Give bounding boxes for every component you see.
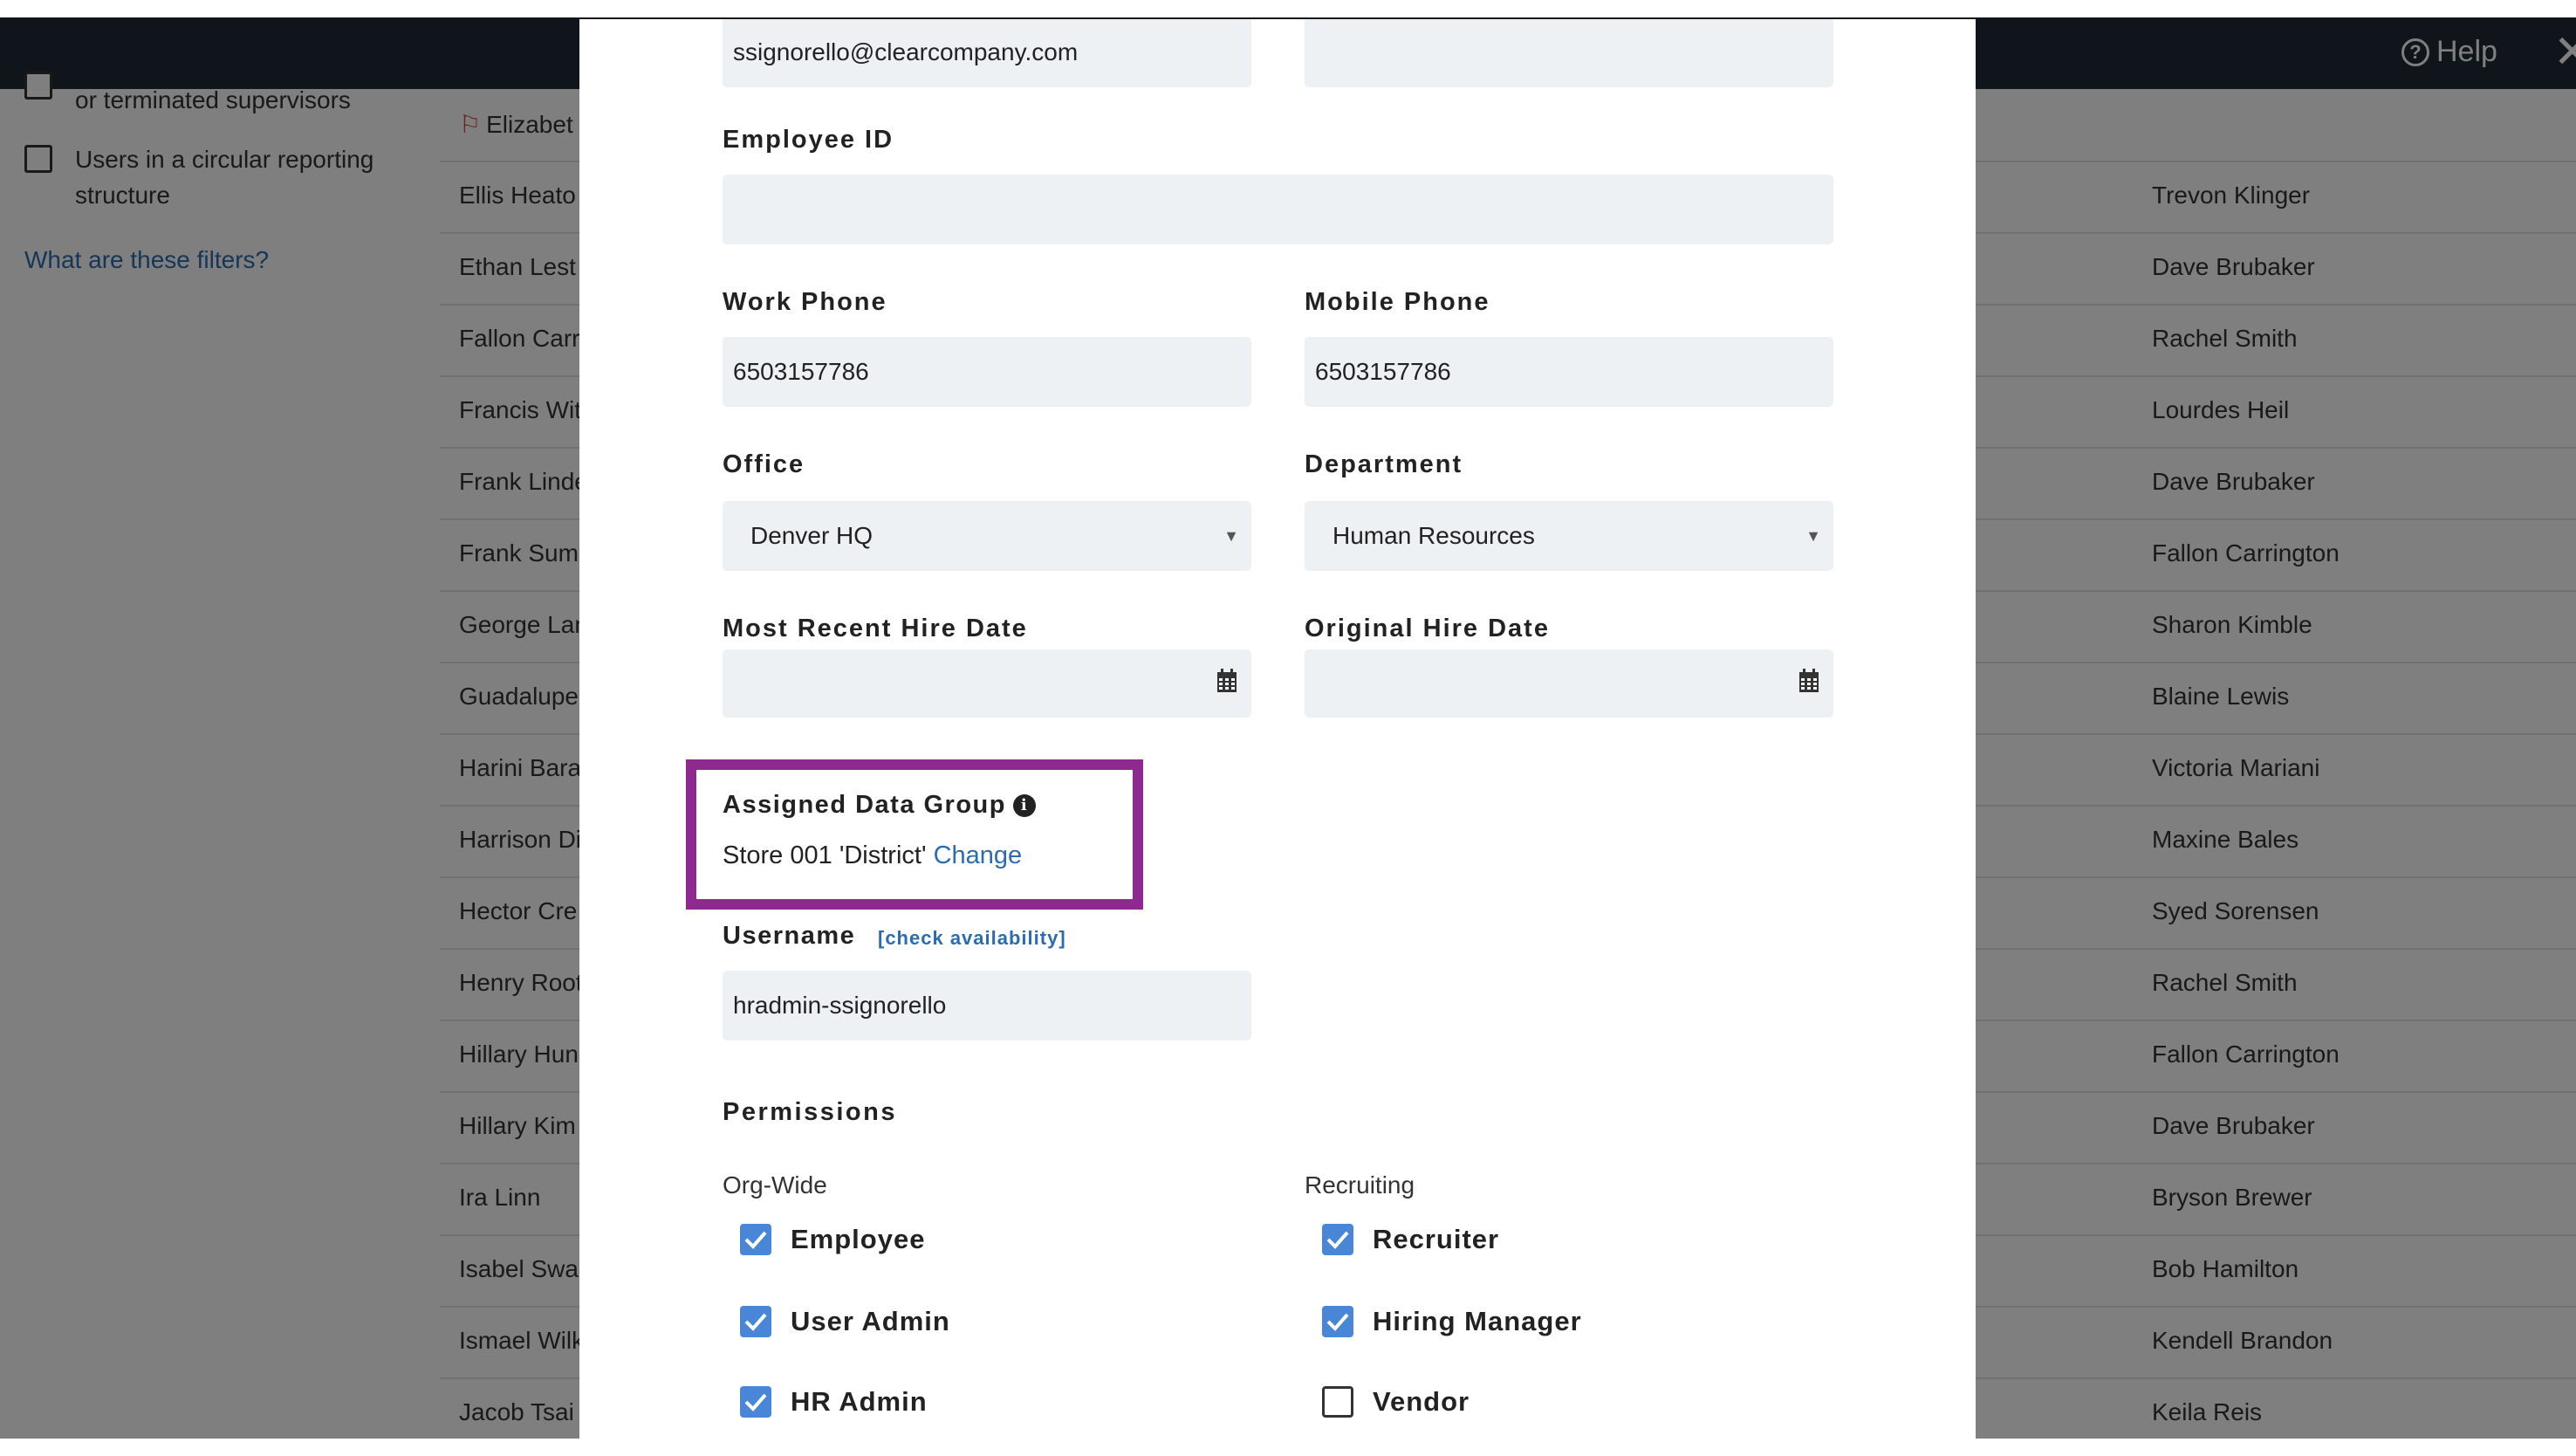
checkbox-checked-icon[interactable] [1322, 1224, 1353, 1255]
username-field[interactable]: hradmin-ssignorello [723, 971, 1251, 1040]
secondary-email-field[interactable] [1305, 19, 1833, 87]
recent-hire-date-field[interactable] [723, 649, 1251, 718]
permission-recruiting-0[interactable]: Recruiter [1322, 1224, 1499, 1255]
data-group-highlight [686, 759, 1143, 910]
recent-hire-date-label: Most Recent Hire Date [723, 615, 1028, 642]
chevron-down-icon: ▼ [1223, 527, 1239, 545]
original-hire-date-field[interactable] [1305, 649, 1833, 718]
department-select[interactable]: Human Resources ▼ [1305, 501, 1833, 571]
checkbox-checked-icon[interactable] [740, 1386, 771, 1418]
org-wide-heading: Org-Wide [723, 1171, 827, 1198]
check-availability-link[interactable]: [check availability] [878, 927, 1066, 950]
permission-label: Recruiter [1373, 1224, 1500, 1254]
bottom-edge [0, 1439, 2576, 1456]
employee-id-field[interactable] [723, 175, 1833, 244]
edit-user-modal: ssignorello@clearcompany.com Employee ID… [579, 19, 1976, 1456]
permission-recruiting-1[interactable]: Hiring Manager [1322, 1306, 1582, 1337]
permission-recruiting-2[interactable]: Vendor [1322, 1386, 1470, 1418]
original-hire-date-label: Original Hire Date [1305, 615, 1550, 642]
checkbox-checked-icon[interactable] [740, 1224, 771, 1255]
office-select-value: Denver HQ [750, 522, 874, 549]
data-group-name: Store 001 'District' [723, 841, 927, 869]
permission-label: HR Admin [791, 1386, 928, 1417]
permission-label: User Admin [791, 1306, 950, 1336]
assigned-data-group-value: Store 001 'District' Change [723, 841, 1022, 870]
assigned-data-group-label: Assigned Data Group i [723, 791, 1036, 820]
department-label: Department [1305, 450, 1463, 478]
checkbox-unchecked-icon[interactable] [1322, 1386, 1353, 1418]
mobile-phone-label: Mobile Phone [1305, 288, 1490, 316]
calendar-icon[interactable] [1798, 669, 1819, 693]
change-data-group-link[interactable]: Change [934, 841, 1023, 869]
permission-org_wide-0[interactable]: Employee [740, 1224, 925, 1255]
office-select[interactable]: Denver HQ ▼ [723, 501, 1251, 571]
permissions-heading: Permissions [723, 1098, 897, 1126]
permission-org_wide-1[interactable]: User Admin [740, 1306, 950, 1337]
email-field[interactable]: ssignorello@clearcompany.com [723, 19, 1251, 87]
permission-label: Vendor [1373, 1386, 1470, 1417]
permission-label: Employee [791, 1224, 926, 1254]
permission-org_wide-2[interactable]: HR Admin [740, 1386, 928, 1418]
checkbox-checked-icon[interactable] [740, 1306, 771, 1337]
username-label: Username [723, 922, 856, 950]
office-label: Office [723, 450, 805, 478]
info-icon[interactable]: i [1013, 793, 1036, 817]
checkbox-checked-icon[interactable] [1322, 1306, 1353, 1337]
work-phone-field[interactable]: 6503157786 [723, 337, 1251, 407]
recruiting-heading: Recruiting [1305, 1171, 1415, 1198]
assigned-data-group-text: Assigned Data Group [723, 791, 1006, 819]
employee-id-label: Employee ID [723, 126, 894, 154]
calendar-icon[interactable] [1216, 669, 1237, 693]
chevron-down-icon: ▼ [1805, 527, 1821, 545]
permission-label: Hiring Manager [1373, 1306, 1582, 1336]
work-phone-label: Work Phone [723, 288, 887, 316]
mobile-phone-field[interactable]: 6503157786 [1305, 337, 1833, 407]
department-select-value: Human Resources [1333, 522, 1535, 549]
